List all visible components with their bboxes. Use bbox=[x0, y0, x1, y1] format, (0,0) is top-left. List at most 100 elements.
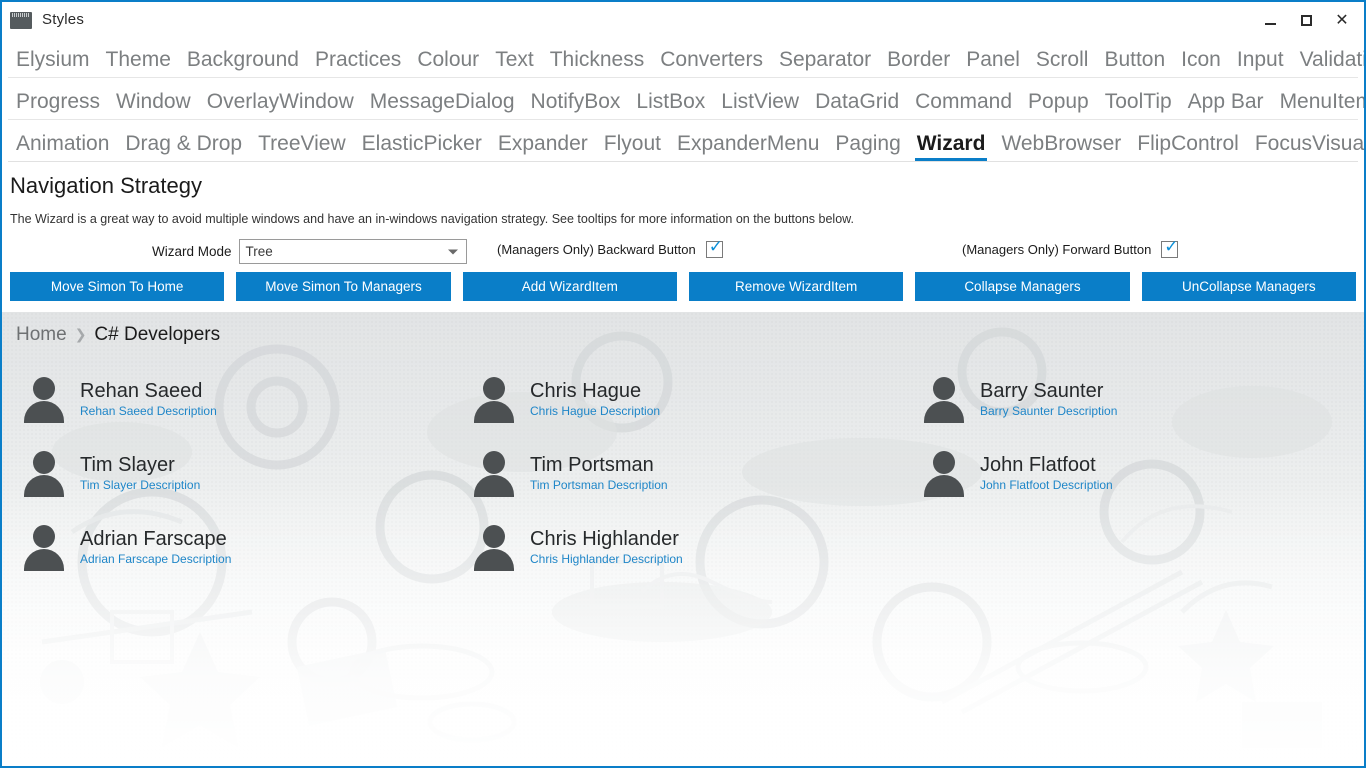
tab-listbox[interactable]: ListBox bbox=[628, 91, 713, 119]
tab-wizard[interactable]: Wizard bbox=[909, 133, 994, 161]
list-item[interactable]: Adrian Farscape Adrian Farscape Descripti… bbox=[20, 516, 470, 578]
tab-border[interactable]: Border bbox=[879, 49, 958, 77]
tab-practices[interactable]: Practices bbox=[307, 49, 409, 77]
tab-text[interactable]: Text bbox=[487, 49, 542, 77]
tab-tooltip[interactable]: ToolTip bbox=[1097, 91, 1180, 119]
forward-button-label: (Managers Only) Forward Button bbox=[962, 242, 1152, 257]
tab-separator[interactable]: Separator bbox=[771, 49, 879, 77]
tab-elasticpicker[interactable]: ElasticPicker bbox=[354, 133, 490, 161]
tab-webbrowser[interactable]: WebBrowser bbox=[993, 133, 1129, 161]
breadcrumb-item-home[interactable]: Home bbox=[16, 324, 67, 346]
person-description: Rehan Saeed Description bbox=[80, 403, 217, 418]
tab-window[interactable]: Window bbox=[108, 91, 199, 119]
wizard-mode-group: Wizard Mode Tree bbox=[152, 239, 467, 264]
person-name: Barry Saunter bbox=[980, 379, 1104, 402]
tab-panel[interactable]: Panel bbox=[958, 49, 1028, 77]
tab-icon[interactable]: Icon bbox=[1173, 49, 1229, 77]
wizard-content-panel: Home ❯ C# Developers Rehan Saeed Rehan Saee… bbox=[2, 312, 1364, 764]
list-item[interactable]: Tim Slayer Tim Slayer Description bbox=[20, 442, 470, 504]
tab-focusvisualstyle[interactable]: FocusVisualStyle bbox=[1247, 133, 1364, 161]
maximize-icon[interactable] bbox=[1288, 5, 1324, 35]
person-description: Tim Slayer Description bbox=[80, 477, 201, 492]
application-window: Styles ✕ Elysium Theme Background Practices… bbox=[0, 0, 1366, 768]
tab-expander[interactable]: Expander bbox=[490, 133, 596, 161]
wizard-mode-label: Wizard Mode bbox=[152, 244, 232, 259]
tab-datagrid[interactable]: DataGrid bbox=[807, 91, 907, 119]
move-simon-to-home-button[interactable]: Move Simon To Home bbox=[10, 272, 225, 301]
tab-input[interactable]: Input bbox=[1229, 49, 1292, 77]
controls-row: Wizard Mode Tree (Managers Only) Backwar… bbox=[2, 236, 1364, 270]
minimize-icon[interactable] bbox=[1252, 5, 1288, 35]
person-avatar-icon bbox=[20, 449, 68, 497]
tab-background[interactable]: Background bbox=[179, 49, 307, 77]
tab-menuitem[interactable]: MenuItem bbox=[1272, 91, 1364, 119]
check-icon: ✓ bbox=[708, 237, 723, 257]
tab-scroll[interactable]: Scroll bbox=[1028, 49, 1097, 77]
tab-colour[interactable]: Colour bbox=[409, 49, 487, 77]
list-item[interactable]: Chris Highlander Chris Highlander Descrip… bbox=[470, 516, 920, 578]
person-description: Chris Highlander Description bbox=[530, 551, 683, 566]
tab-notifybox[interactable]: NotifyBox bbox=[523, 91, 629, 119]
breadcrumb-separator-icon: ❯ bbox=[74, 327, 87, 343]
backward-button-label: (Managers Only) Backward Button bbox=[497, 242, 696, 257]
tab-paging[interactable]: Paging bbox=[827, 133, 908, 161]
tab-animation[interactable]: Animation bbox=[8, 133, 117, 161]
person-name: John Flatfoot bbox=[980, 453, 1096, 476]
add-wizarditem-button[interactable]: Add WizardItem bbox=[462, 272, 677, 301]
person-description: Adrian Farscape Description bbox=[80, 551, 232, 566]
person-name: Chris Highlander bbox=[530, 527, 679, 550]
forward-button-checkbox[interactable]: ✓ bbox=[1161, 237, 1179, 258]
person-name: Tim Slayer bbox=[80, 453, 175, 476]
person-name: Rehan Saeed bbox=[80, 379, 203, 402]
remove-wizarditem-button[interactable]: Remove WizardItem bbox=[688, 272, 904, 301]
tab-popup[interactable]: Popup bbox=[1020, 91, 1097, 119]
person-description: Tim Portsman Description bbox=[530, 477, 668, 492]
list-item[interactable]: Chris Hague Chris Hague Description bbox=[470, 368, 920, 430]
tab-command[interactable]: Command bbox=[907, 91, 1020, 119]
wizard-mode-value: Tree bbox=[245, 244, 273, 259]
person-avatar-icon bbox=[920, 375, 968, 423]
tab-flipcontrol[interactable]: FlipControl bbox=[1129, 133, 1247, 161]
people-grid: Rehan Saeed Rehan Saeed Description Chris … bbox=[2, 368, 1364, 590]
list-item[interactable]: Rehan Saeed Rehan Saeed Description bbox=[20, 368, 470, 430]
breadcrumb-item-c-developers[interactable]: C# Developers bbox=[94, 324, 220, 346]
page-description: The Wizard is a great way to avoid multi… bbox=[10, 212, 854, 226]
tab-flyout[interactable]: Flyout bbox=[596, 133, 669, 161]
tab-progress[interactable]: Progress bbox=[8, 91, 108, 119]
person-avatar-icon bbox=[470, 523, 518, 571]
close-icon[interactable]: ✕ bbox=[1324, 5, 1360, 35]
tab-row-1: Elysium Theme Background Practices Colour Tex… bbox=[8, 36, 1364, 78]
list-item[interactable]: Tim Portsman Tim Portsman Description bbox=[470, 442, 920, 504]
backward-button-checkbox[interactable]: ✓ bbox=[705, 237, 723, 258]
tab-button[interactable]: Button bbox=[1096, 49, 1173, 77]
tab-bar: Elysium Theme Background Practices Colour Tex… bbox=[2, 36, 1364, 162]
tab-theme[interactable]: Theme bbox=[98, 49, 179, 77]
collapse-managers-button[interactable]: Collapse Managers bbox=[915, 272, 1130, 301]
tab-treeview[interactable]: TreeView bbox=[250, 133, 354, 161]
tab-expandermenu[interactable]: ExpanderMenu bbox=[669, 133, 827, 161]
tab-app-bar[interactable]: App Bar bbox=[1180, 91, 1272, 119]
tab-validation[interactable]: Validation bbox=[1292, 49, 1364, 77]
list-item[interactable]: Barry Saunter Barry Saunter Description bbox=[920, 368, 1360, 430]
person-description: John Flatfoot Description bbox=[980, 477, 1113, 492]
person-avatar-icon bbox=[470, 449, 518, 497]
person-avatar-icon bbox=[470, 375, 518, 423]
uncollapse-managers-button[interactable]: UnCollapse Managers bbox=[1141, 272, 1356, 301]
person-avatar-icon bbox=[20, 375, 68, 423]
tab-messagedialog[interactable]: MessageDialog bbox=[362, 91, 523, 119]
breadcrumb: Home ❯ C# Developers bbox=[2, 312, 1364, 346]
tab-overlaywindow[interactable]: OverlayWindow bbox=[199, 91, 362, 119]
check-icon: ✓ bbox=[1164, 237, 1179, 257]
wizard-mode-select[interactable]: Tree bbox=[238, 239, 467, 264]
chevron-down-icon bbox=[447, 249, 458, 254]
tab-drag-drop[interactable]: Drag & Drop bbox=[117, 133, 250, 161]
tab-listview[interactable]: ListView bbox=[713, 91, 807, 119]
action-buttons-row: Move Simon To Home Move Simon To Managers… bbox=[2, 272, 1364, 301]
tab-elysium[interactable]: Elysium bbox=[8, 49, 98, 77]
tab-converters[interactable]: Converters bbox=[652, 49, 771, 77]
tab-thickness[interactable]: Thickness bbox=[542, 49, 653, 77]
move-simon-to-managers-button[interactable]: Move Simon To Managers bbox=[236, 272, 451, 301]
window-title: Styles bbox=[42, 10, 85, 28]
window-controls: ✕ bbox=[1252, 2, 1360, 38]
list-item[interactable]: John Flatfoot John Flatfoot Description bbox=[920, 442, 1360, 504]
